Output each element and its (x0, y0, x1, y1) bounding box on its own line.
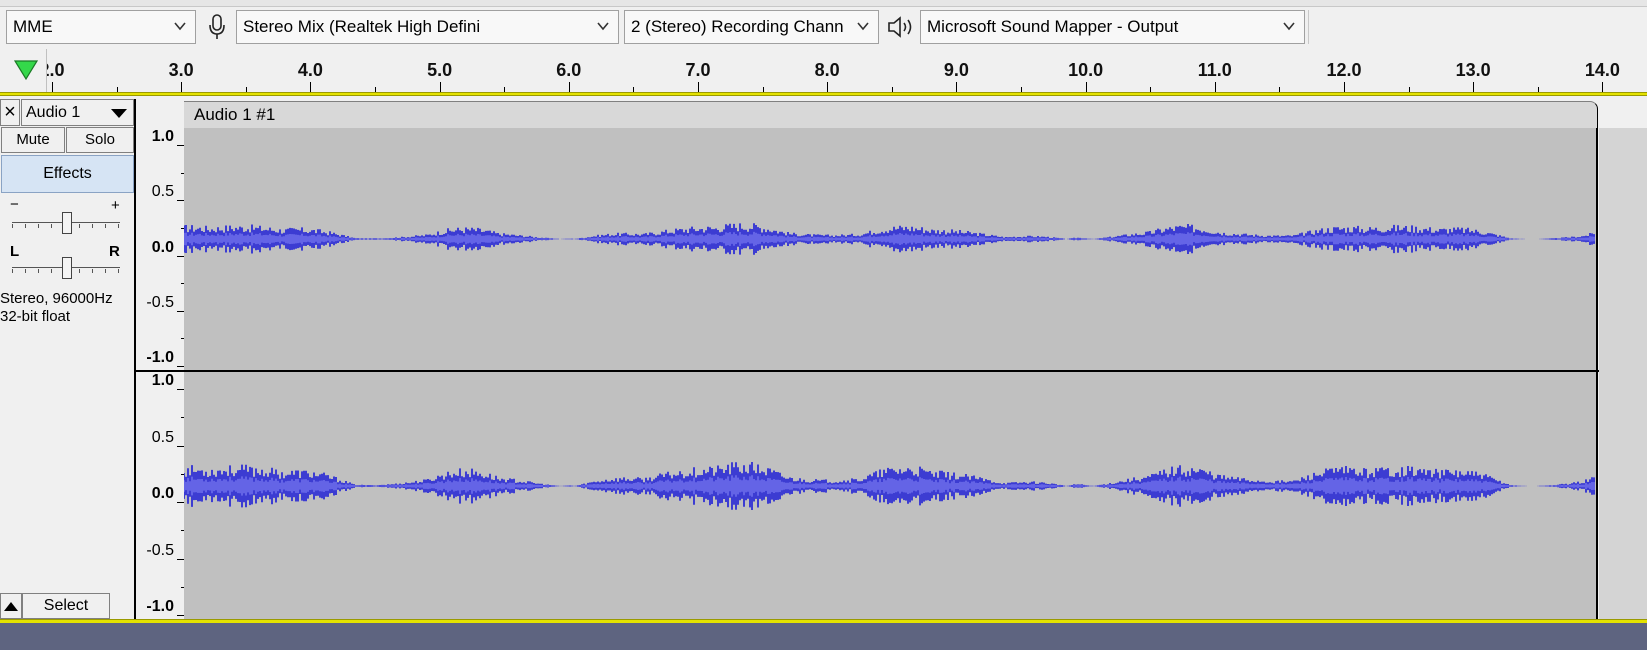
ruler-time-label: 4.0 (297, 60, 323, 80)
ruler-major-tick (310, 82, 312, 92)
timeline-ruler[interactable]: 3.0 4.0 5.0 6.0 7.0 8.0 9.0 10.0 11.0 12.0 13.0 14.… (0, 49, 1647, 93)
track-name: Audio 1 (26, 104, 81, 121)
ruler-time-label: 7.0 (685, 60, 711, 80)
ruler-major-tick (1085, 82, 1087, 92)
waveform-svg (184, 462, 1595, 510)
amplitude-tick (177, 366, 184, 367)
chevron-down-icon (597, 22, 609, 31)
waveform-left-channel[interactable] (184, 128, 1598, 370)
track-format-info: Stereo, 96000Hz 32-bit float (0, 290, 113, 326)
pan-slider-thumb[interactable] (62, 257, 72, 279)
ruler-major-tick (181, 82, 183, 92)
amplitude-label: 0.0 (151, 238, 174, 256)
ruler-bottom-line (0, 92, 1647, 96)
recording-channels-value: 2 (Stereo) Recording Chann (631, 17, 844, 36)
amplitude-label: 0.5 (151, 428, 174, 446)
ruler-time-label: 8.0 (814, 60, 840, 80)
ruler-time-label: 9.0 (943, 60, 969, 80)
audio-host-value: MME (13, 17, 53, 36)
ruler-time-label: 12.0 (1326, 60, 1362, 80)
amplitude-label: 1.0 (151, 128, 174, 145)
gain-slider[interactable] (10, 210, 122, 234)
track-empty-area[interactable] (1599, 128, 1647, 619)
play-head-box[interactable] (0, 49, 47, 92)
ruler-time-label: 11.0 (1197, 60, 1232, 80)
triangle-up-icon (4, 602, 18, 611)
ruler-major-tick (1214, 82, 1216, 92)
amplitude-label: -1.0 (146, 598, 174, 615)
mute-button[interactable]: Mute (1, 127, 65, 153)
pan-slider[interactable] (10, 255, 122, 279)
microphone-icon (209, 14, 225, 39)
amplitude-ruler-right: 1.0 0.5 0.0 -0.5 -1.0 (137, 372, 184, 619)
amplitude-tick (177, 310, 184, 312)
ruler-time-label: 14.0 (1584, 60, 1620, 80)
ruler-time-label: 10.0 (1068, 60, 1104, 80)
clip-name: Audio 1 #1 (194, 105, 276, 124)
amplitude-ruler-left: 1.0 0.5 0.0 -0.5 -1.0 (137, 128, 184, 370)
recording-device-select[interactable]: Stereo Mix (Realtek High Defini (236, 10, 619, 44)
amplitude-tick (177, 145, 184, 146)
ruler-major-tick (827, 82, 829, 92)
ruler-major-tick (439, 82, 441, 92)
ruler-major-tick (956, 82, 958, 92)
ruler-major-tick (1473, 82, 1475, 92)
device-toolbar: MME Stereo Mix (Realtek High Defini 2 (S… (0, 0, 1647, 47)
ruler-time-label: 3.0 (168, 60, 194, 80)
track-menu-button[interactable]: Audio 1 (21, 99, 134, 126)
track-area-background (0, 623, 1647, 650)
amplitude-tick (177, 200, 184, 202)
select-track-button[interactable]: Select (22, 593, 110, 619)
effects-button[interactable]: Effects (1, 155, 134, 193)
amplitude-label: -0.5 (146, 293, 174, 311)
ruler-time-label: 13.0 (1455, 60, 1491, 80)
ruler-major-tick (52, 82, 53, 92)
ruler-major-tick (568, 82, 570, 92)
speaker-icon (888, 16, 912, 38)
track-close-button[interactable]: × (0, 99, 20, 126)
ruler-time-label: 6.0 (556, 60, 582, 80)
recording-channels-select[interactable]: 2 (Stereo) Recording Chann (624, 10, 879, 44)
amplitude-tick (177, 558, 184, 560)
solo-button[interactable]: Solo (66, 127, 134, 153)
playback-device-select[interactable]: Microsoft Sound Mapper - Output (920, 10, 1305, 44)
triangle-down-icon (111, 109, 127, 118)
chevron-down-icon (1283, 22, 1295, 31)
ruler-major-tick (1602, 82, 1604, 92)
chevron-down-icon (857, 22, 869, 31)
track-format-rate: Stereo, 96000Hz (0, 290, 113, 307)
ruler-time-label: 5.0 (427, 60, 453, 80)
amplitude-tick (177, 389, 184, 390)
toolbar-separator (1308, 10, 1309, 44)
waveform-svg (184, 223, 1595, 255)
chevron-down-icon (174, 22, 186, 31)
ruler-major-tick (1344, 82, 1345, 92)
amplitude-label: 0.5 (151, 183, 174, 201)
recording-device-value: Stereo Mix (Realtek High Defini (243, 17, 481, 36)
amplitude-tick (177, 445, 184, 447)
gain-slider-thumb[interactable] (62, 212, 72, 234)
amplitude-tick (177, 615, 184, 616)
collapse-track-button[interactable] (0, 593, 22, 619)
clip-header[interactable]: Audio 1 #1 (184, 101, 1598, 128)
waveform-rms (184, 475, 1595, 497)
amplitude-label: 1.0 (151, 372, 174, 389)
play-head-icon (13, 60, 39, 81)
channel-divider (136, 370, 1647, 372)
ruler-major-tick (698, 82, 699, 92)
amplitude-tick (177, 255, 184, 257)
amplitude-tick (177, 502, 184, 503)
audio-host-select[interactable]: MME (6, 10, 196, 44)
amplitude-label: 0.0 (151, 485, 174, 502)
toolbar-top-strip (0, 0, 1647, 7)
playback-device-value: Microsoft Sound Mapper - Output (927, 17, 1179, 36)
amplitude-label: -0.5 (146, 541, 174, 559)
waveform-right-channel[interactable] (184, 372, 1598, 619)
amplitude-label: -1.0 (146, 349, 174, 366)
track-format-bits: 32-bit float (0, 308, 71, 325)
track-control-panel: × Audio 1 Mute Solo Effects − + L R Ster… (0, 99, 136, 619)
